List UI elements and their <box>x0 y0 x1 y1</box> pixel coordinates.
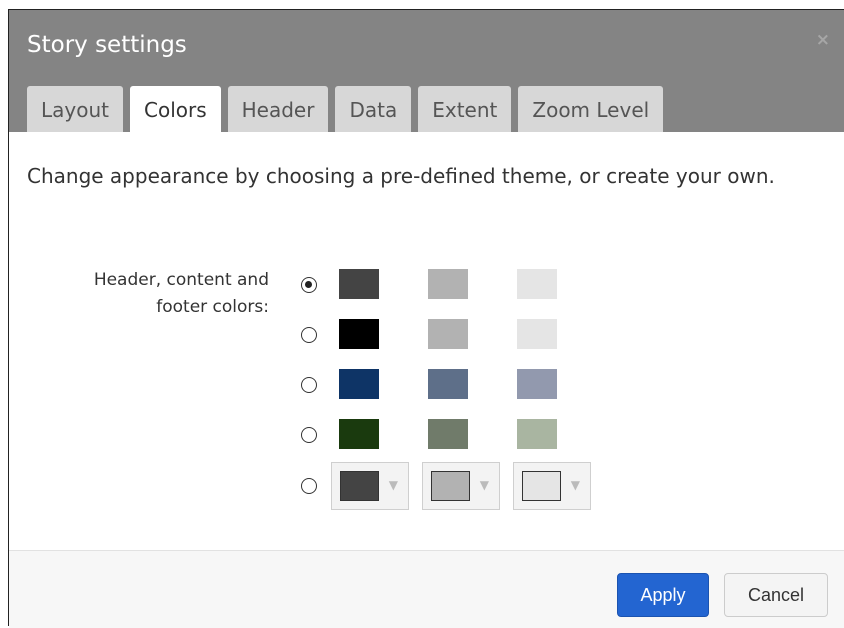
theme-radio[interactable] <box>301 277 317 293</box>
theme-colors-label: Header, content and footer colors: <box>29 267 269 321</box>
header-color-swatch <box>339 319 379 349</box>
header-color-swatch <box>339 369 379 399</box>
dialog-header: Story settings × Layout Colors Header Da… <box>9 10 844 132</box>
color-chip <box>431 471 470 501</box>
close-icon[interactable]: × <box>816 30 830 50</box>
tab-colors[interactable]: Colors <box>130 86 221 132</box>
footer-color-swatch <box>517 319 557 349</box>
color-chip <box>522 471 561 501</box>
dropdown-arrow-icon: ▼ <box>479 478 489 492</box>
theme-colors-label-line-1: Header, content and <box>93 270 269 290</box>
story-settings-dialog: Story settings × Layout Colors Header Da… <box>8 9 844 628</box>
theme-radio[interactable] <box>301 427 317 443</box>
header-color-picker[interactable]: ▼ <box>331 462 409 510</box>
header-color-swatch <box>339 269 379 299</box>
content-color-picker[interactable]: ▼ <box>422 462 500 510</box>
footer-color-swatch <box>517 269 557 299</box>
footer-color-swatch <box>517 369 557 399</box>
apply-button[interactable]: Apply <box>617 573 709 617</box>
tab-layout[interactable]: Layout <box>27 86 123 132</box>
dropdown-arrow-icon: ▼ <box>388 478 398 492</box>
tab-extent[interactable]: Extent <box>418 86 512 132</box>
colors-description: Change appearance by choosing a pre-defi… <box>27 164 775 188</box>
tab-data[interactable]: Data <box>335 86 412 132</box>
cancel-button[interactable]: Cancel <box>724 573 828 617</box>
dialog-footer: Apply Cancel <box>9 550 844 628</box>
content-color-swatch <box>428 369 468 399</box>
theme-radio[interactable] <box>301 377 317 393</box>
content-color-swatch <box>428 419 468 449</box>
tab-header[interactable]: Header <box>227 86 329 132</box>
content-color-swatch <box>428 319 468 349</box>
settings-tabs: Layout Colors Header Data Extent Zoom Le… <box>27 86 670 132</box>
tab-zoom-level[interactable]: Zoom Level <box>518 86 664 132</box>
theme-radio[interactable] <box>301 327 317 343</box>
content-color-swatch <box>428 269 468 299</box>
radio-selected-dot <box>305 281 312 288</box>
footer-color-picker[interactable]: ▼ <box>513 462 591 510</box>
custom-theme-radio[interactable] <box>301 478 317 494</box>
dropdown-arrow-icon: ▼ <box>570 478 580 492</box>
color-chip <box>340 471 379 501</box>
dialog-title: Story settings <box>27 32 187 58</box>
theme-colors-label-line-2: footer colors: <box>156 297 269 317</box>
footer-color-swatch <box>517 419 557 449</box>
header-color-swatch <box>339 419 379 449</box>
